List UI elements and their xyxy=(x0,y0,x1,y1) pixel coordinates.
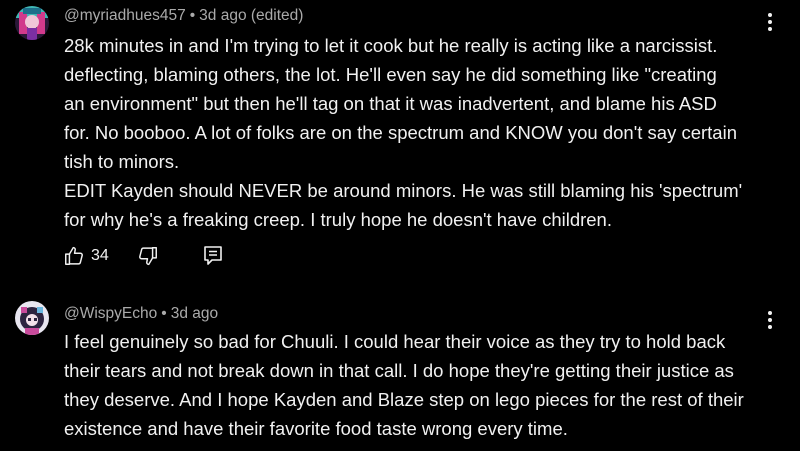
avatar[interactable] xyxy=(15,6,49,40)
avatar-image xyxy=(15,6,49,40)
thumbs-up-icon xyxy=(65,246,83,265)
thumbs-down-icon xyxy=(138,247,157,266)
comment-line: for why he's a freaking creep. I truly h… xyxy=(64,209,612,230)
comment-line: EDIT Kayden should NEVER be around minor… xyxy=(64,180,743,201)
comment-line: existence and have their favorite food t… xyxy=(64,418,568,439)
timestamp[interactable]: 3d ago xyxy=(171,305,218,322)
more-vert-icon xyxy=(768,13,772,17)
comment-line: their tears and not break down in that c… xyxy=(64,360,734,381)
comment-actions: 34 xyxy=(63,243,223,269)
timestamp[interactable]: 3d ago xyxy=(199,7,246,24)
comment-text: 28k minutes in and I'm trying to let it … xyxy=(64,31,776,234)
avatar-image xyxy=(15,301,49,335)
comment-header: @WispyEcho • 3d ago xyxy=(64,305,218,323)
comment-line: deflecting, blaming others, the lot. He'… xyxy=(64,64,717,85)
meta-separator: • xyxy=(161,305,167,322)
like-count: 34 xyxy=(91,247,109,264)
dislike-button[interactable] xyxy=(137,243,159,269)
reply-icon xyxy=(203,246,222,265)
comment-line: an environment" but then he'll tag on th… xyxy=(64,93,717,114)
author-name[interactable]: @myriadhues457 xyxy=(64,7,186,24)
like-button[interactable]: 34 xyxy=(63,243,109,269)
comment-line: they deserve. And I hope Kayden and Blaz… xyxy=(64,389,744,410)
comment-header: @myriadhues457 • 3d ago (edited) xyxy=(64,7,303,25)
meta-separator: • xyxy=(189,7,196,24)
comment-text: I feel genuinely so bad for Chuuli. I co… xyxy=(64,327,776,443)
more-vert-icon xyxy=(768,311,772,315)
author-name[interactable]: @WispyEcho xyxy=(64,305,157,322)
comment-line: tish to minors. xyxy=(64,151,180,172)
reply-button[interactable] xyxy=(203,243,223,269)
comment-line: 28k minutes in and I'm trying to let it … xyxy=(64,35,718,56)
avatar[interactable] xyxy=(15,301,49,335)
edited-label: (edited) xyxy=(250,7,304,24)
comment-line: for. No booboo. A lot of folks are on th… xyxy=(64,122,737,143)
comment-line: I feel genuinely so bad for Chuuli. I co… xyxy=(64,331,726,352)
